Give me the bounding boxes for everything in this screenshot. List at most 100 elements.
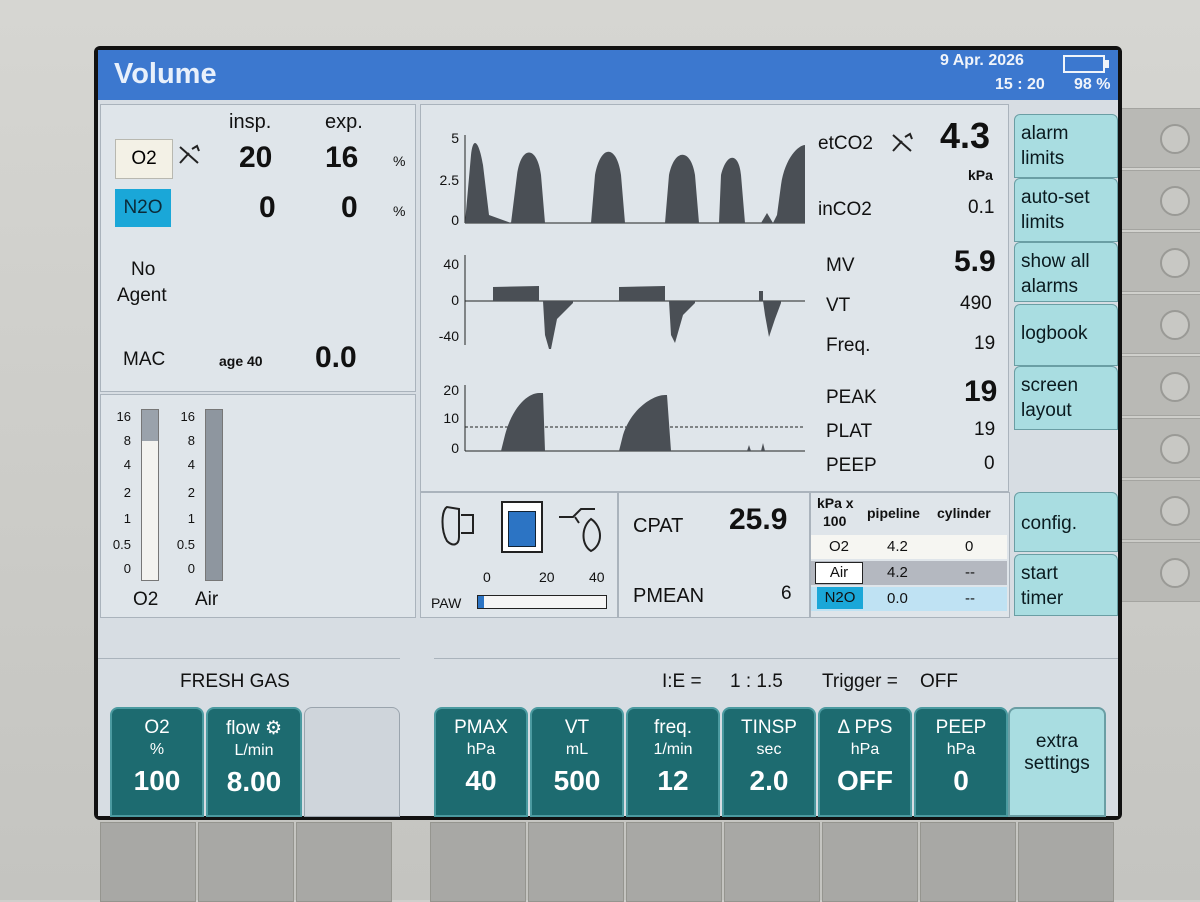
mac-value: 0.0 — [315, 341, 357, 374]
button-label: PEEP — [935, 717, 987, 738]
button-value: 100 — [133, 765, 181, 796]
setting-button[interactable]: Δ PPS hPa OFF — [818, 707, 912, 817]
button-value: 8.00 — [226, 766, 282, 797]
button-label: O2 — [144, 717, 170, 738]
show-all-alarms-button[interactable]: show all alarms — [1014, 242, 1118, 302]
gas-panel: insp. exp. O2 20 16 % N2O 0 0 % No Agent… — [100, 104, 416, 392]
setting-button[interactable]: PEEP hPa 0 — [914, 707, 1008, 817]
manual-bag-icon — [559, 508, 601, 553]
button-label: freq. — [653, 717, 693, 738]
hw-key-5[interactable] — [1111, 356, 1200, 416]
waveform-panel: 5 2.5 0 40 0 -40 20 10 0 — [420, 104, 810, 492]
air-scale-tick: 8 — [187, 433, 195, 448]
softkey-label: logbook — [1021, 323, 1088, 344]
freq-value: 19 — [974, 333, 996, 354]
vt-label: VT — [826, 295, 851, 316]
supply-unit-line2: 100 — [823, 513, 847, 529]
setting-button[interactable]: TINSP sec 2.0 — [722, 707, 816, 817]
hw-key-4[interactable] — [1111, 294, 1200, 354]
hw-bottom-key[interactable] — [626, 822, 722, 902]
o2-scale-tick: 16 — [116, 409, 131, 424]
softkey-label: limits — [1021, 148, 1065, 169]
softkey-label: show all — [1021, 251, 1090, 272]
start-timer-button[interactable]: start timer — [1014, 554, 1118, 616]
logbook-button[interactable]: logbook — [1014, 304, 1118, 366]
flow-tick: 40 — [443, 256, 459, 272]
hw-bottom-key[interactable] — [528, 822, 624, 902]
peak-value: 19 — [964, 375, 998, 408]
auto-set-limits-button[interactable]: auto-set limits — [1014, 178, 1118, 242]
config-button[interactable]: config. — [1014, 492, 1118, 552]
empty-fresh-gas-button[interactable] — [304, 707, 400, 817]
hw-key-2[interactable] — [1111, 170, 1200, 230]
o2-scale-tick: 2 — [123, 485, 131, 500]
screen-layout-button[interactable]: screen layout — [1014, 366, 1118, 430]
supply-cylinder-value: 0 — [965, 538, 974, 555]
hw-bottom-key[interactable] — [724, 822, 820, 902]
o2-flowtube — [141, 409, 159, 581]
hw-knob — [1160, 124, 1190, 154]
agent-line1: No — [131, 259, 156, 280]
button-label: flow — [225, 718, 260, 739]
hw-key-3[interactable] — [1111, 232, 1200, 292]
n2o-exp-value: 0 — [341, 191, 358, 224]
hw-bottom-key[interactable] — [198, 822, 294, 902]
hw-bottom-key[interactable] — [430, 822, 526, 902]
hw-bottom-key[interactable] — [296, 822, 392, 902]
inco2-label: inCO2 — [818, 199, 872, 220]
hw-knob — [1160, 496, 1190, 526]
title-bar: Volume 9 Apr. 2026 15 : 20 98 % — [98, 50, 1118, 100]
hw-key-6[interactable] — [1111, 418, 1200, 478]
supply-unit-line1: kPa x — [817, 495, 854, 511]
setting-button[interactable]: freq. 1/min 12 — [626, 707, 720, 817]
o2-chip: O2 — [115, 139, 173, 179]
agent-line2: Agent — [117, 285, 167, 306]
co2-tick: 2.5 — [439, 172, 459, 188]
hw-bottom-key[interactable] — [920, 822, 1016, 902]
exp-header: exp. — [325, 111, 363, 133]
paw-tick: 20 — [443, 382, 459, 398]
softkey-label: limits — [1021, 212, 1065, 233]
setting-button[interactable]: PMAX hPa 40 — [434, 707, 528, 817]
o2-insp-value: 20 — [239, 141, 273, 174]
o2-unit: % — [393, 153, 406, 169]
hw-key-8[interactable] — [1111, 542, 1200, 602]
hw-key-1[interactable] — [1111, 108, 1200, 168]
alarm-limits-button[interactable]: alarm limits — [1014, 114, 1118, 178]
n2o-insp-value: 0 — [259, 191, 276, 224]
paw-bar-label: PAW — [431, 595, 462, 611]
paw-waveform — [501, 393, 765, 451]
o2-flowtube-empty — [142, 410, 158, 441]
patient-lung-icon — [441, 505, 474, 546]
button-unit: sec — [756, 741, 782, 758]
pmean-label: PMEAN — [633, 585, 705, 607]
hw-bottom-key[interactable] — [100, 822, 196, 902]
setting-button[interactable]: VT mL 500 — [530, 707, 624, 817]
supply-row-o2: O2 4.2 0 — [811, 535, 1007, 559]
hw-knob — [1160, 248, 1190, 278]
extra-settings-button[interactable]: extra settings — [1008, 707, 1106, 817]
softkey-label: alarms — [1021, 276, 1079, 297]
flowmeter-panel: O2 Air 16 8 4 2 1 0.5 0 16 8 4 2 1 0.5 0 — [100, 394, 416, 618]
co2-tick: 5 — [451, 130, 459, 146]
softkey-label: layout — [1021, 400, 1072, 421]
hw-key-7[interactable] — [1111, 480, 1200, 540]
hw-bottom-key[interactable] — [1018, 822, 1114, 902]
ventilator-icons-panel: PAW 0 20 40 — [420, 492, 618, 618]
flow-waveform — [493, 286, 781, 349]
button-label: extra — [1035, 731, 1079, 752]
paw-bar — [477, 595, 607, 609]
fresh-gas-o2-button[interactable]: O2 % 100 — [110, 707, 204, 817]
hw-bottom-key[interactable] — [822, 822, 918, 902]
ie-value: 1 : 1.5 — [730, 671, 783, 692]
co2-tick: 0 — [451, 212, 459, 228]
peep-label: PEEP — [826, 455, 877, 476]
fresh-gas-flow-button[interactable]: flow ⚙ L/min 8.00 — [206, 707, 302, 817]
supply-pipeline-value: 0.0 — [887, 590, 908, 607]
cylinder-header: cylinder — [937, 505, 991, 521]
o2-scale-tick: 0.5 — [112, 537, 131, 552]
n2o-chip: N2O — [115, 189, 171, 227]
etco2-label: etCO2 — [818, 133, 873, 154]
waveform-plot — [464, 135, 805, 452]
paw-scale-tick: 40 — [589, 569, 605, 585]
